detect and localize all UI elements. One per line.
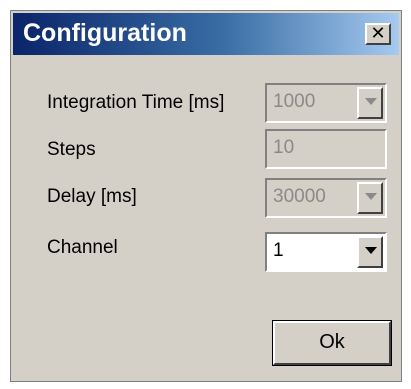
channel-value: 1 <box>273 240 284 261</box>
chevron-down-icon <box>365 193 377 200</box>
title-bar[interactable]: Configuration ✕ <box>13 13 399 55</box>
ok-button[interactable]: Ok <box>272 320 392 366</box>
integration-time-label: Integration Time [ms] <box>47 92 225 113</box>
channel-dropdown-button[interactable] <box>357 236 383 268</box>
close-button[interactable]: ✕ <box>365 23 391 45</box>
chevron-down-icon <box>365 98 377 105</box>
channel-select[interactable]: 1 <box>265 232 387 272</box>
delay-label: Delay [ms] <box>47 186 137 207</box>
integration-time-select[interactable]: 1000 <box>265 83 387 123</box>
chevron-down-icon <box>365 247 377 254</box>
delay-select[interactable]: 30000 <box>265 178 387 218</box>
steps-label: Steps <box>47 139 96 160</box>
close-icon: ✕ <box>370 23 386 43</box>
delay-dropdown-button[interactable] <box>357 182 383 214</box>
steps-input[interactable]: 10 <box>265 129 387 169</box>
delay-value: 30000 <box>273 186 326 207</box>
steps-value: 10 <box>273 137 295 158</box>
configuration-dialog: Configuration ✕ Integration Time [ms] 10… <box>10 10 402 382</box>
integration-time-value: 1000 <box>273 91 316 112</box>
integration-time-dropdown-button[interactable] <box>357 87 383 119</box>
dialog-title: Configuration <box>23 19 187 47</box>
channel-label: Channel <box>47 237 118 258</box>
